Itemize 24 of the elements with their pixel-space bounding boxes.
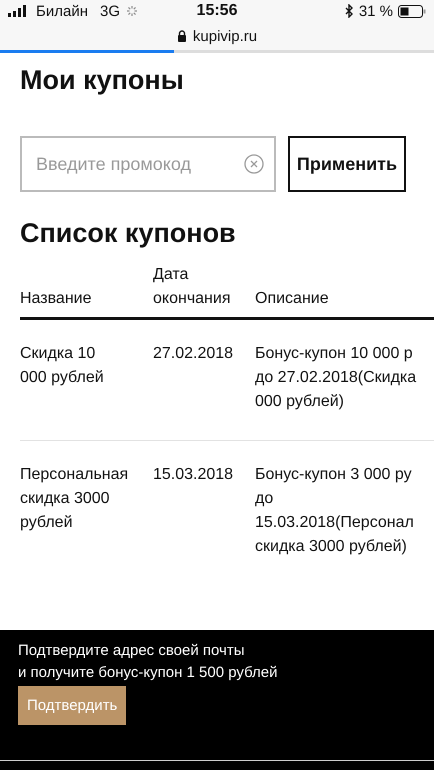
table-cell-text: 27.02.2018 — [153, 344, 234, 364]
table-cell-text: Бонус-купон 10 000 р до 27.02.2018(Скидка 000 рублей) — [255, 344, 416, 412]
column-header: Название — [20, 289, 92, 309]
table-cell-text: Персональная скидка 3000 рублей — [20, 465, 128, 533]
apply-button[interactable]: Применить — [288, 136, 406, 192]
column-header: Дата окончания — [153, 265, 232, 309]
column-header: Описание — [255, 289, 329, 309]
battery-percent: 31 % — [358, 2, 394, 20]
table-cell-text: Скидка 10 000 рублей — [20, 344, 104, 388]
battery-icon — [398, 4, 426, 18]
bluetooth-icon — [344, 4, 354, 18]
carrier-name: Билайн — [36, 2, 88, 20]
table-cell-text: 15.03.2018 — [153, 465, 234, 485]
page-title: Мои купоны — [20, 65, 184, 96]
table-cell-text: Бонус-купон 3 000 ру до 15.03.2018(Персонал скидка 3000 рублей) — [255, 465, 414, 557]
url-text[interactable]: kupivip.ru — [192, 28, 258, 44]
lock-icon — [176, 30, 187, 42]
clock: 15:56 — [196, 2, 238, 20]
clear-icon[interactable] — [244, 154, 264, 174]
loading-icon — [126, 5, 138, 17]
banner-text: Подтвердите адрес своей почты и получите бонус-купон 1 500 рублей — [18, 641, 278, 683]
promo-code-field[interactable]: Введите промокод — [20, 136, 276, 192]
section-title: Список купонов — [20, 218, 236, 249]
network-type: 3G — [100, 2, 120, 20]
